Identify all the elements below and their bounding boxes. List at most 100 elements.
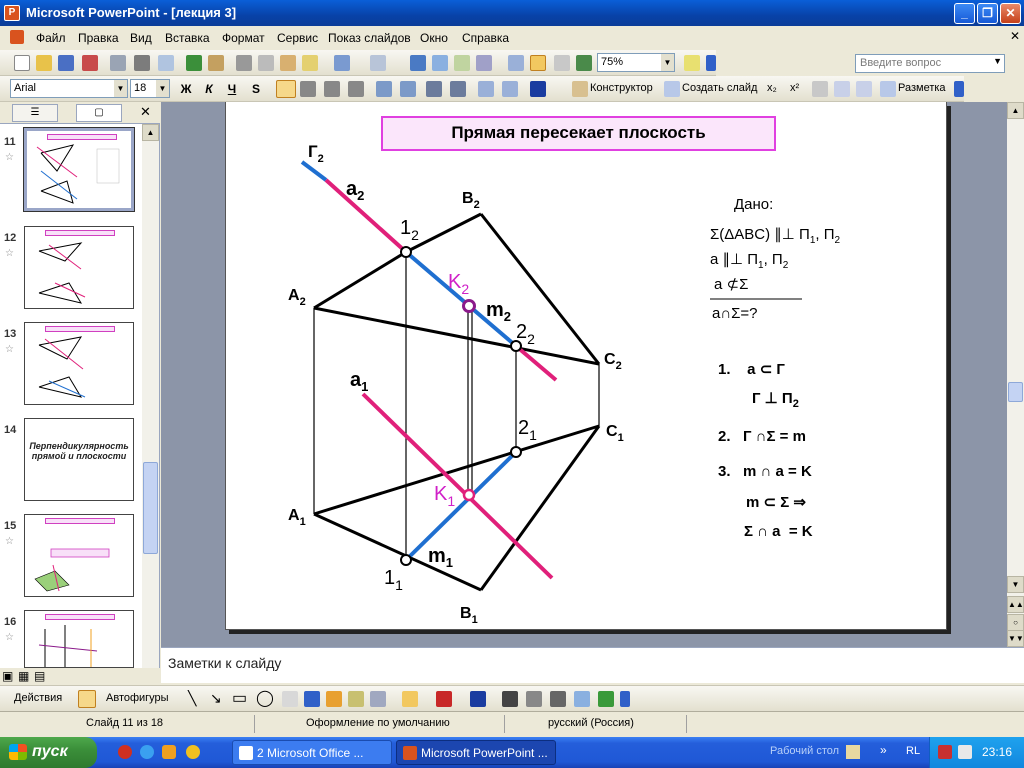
3d-style-icon[interactable] <box>598 691 614 707</box>
open-icon[interactable] <box>36 55 52 71</box>
insert-picture-icon[interactable] <box>476 55 492 71</box>
shadow-style-icon[interactable] <box>574 691 590 707</box>
decrease-font-icon[interactable] <box>450 81 466 97</box>
select-object-icon[interactable]: ○ <box>1007 614 1024 631</box>
scroll-down-icon[interactable]: ▼ <box>1007 576 1024 593</box>
bullets-icon[interactable] <box>400 81 416 97</box>
textbox-icon[interactable] <box>282 691 298 707</box>
insert-table-icon[interactable] <box>432 55 448 71</box>
opera-icon[interactable] <box>118 745 132 759</box>
spacing-icon[interactable] <box>812 81 828 97</box>
menu-edit[interactable]: Правка <box>78 31 119 45</box>
clipart-icon[interactable] <box>348 691 364 707</box>
powerpoint-icon[interactable]: P <box>4 5 20 21</box>
toolbar-options-icon[interactable] <box>706 55 716 71</box>
new-slide-icon[interactable] <box>664 81 680 97</box>
menu-file[interactable]: Файл <box>36 31 66 45</box>
rotate-icon[interactable] <box>834 81 850 97</box>
increase-indent-icon[interactable] <box>502 81 518 97</box>
bold-button[interactable]: Ж <box>178 80 194 98</box>
font-color-icon[interactable] <box>530 81 546 97</box>
new-icon[interactable] <box>14 55 30 71</box>
justify-icon[interactable] <box>348 81 364 97</box>
minimize-button[interactable]: _ <box>954 3 975 24</box>
clock[interactable]: 23:16 <box>982 745 1012 759</box>
chevron-down-icon[interactable]: ▼ <box>993 56 1002 66</box>
insert-chart-icon[interactable] <box>410 55 426 71</box>
slide-thumbnail[interactable] <box>24 610 134 668</box>
superscript-button[interactable]: x² <box>790 82 799 94</box>
save-icon[interactable] <box>58 55 74 71</box>
line-icon[interactable]: ╲ <box>188 690 196 707</box>
copy-icon[interactable] <box>258 55 274 71</box>
format-painter-icon[interactable] <box>302 55 318 71</box>
numbering-icon[interactable] <box>376 81 392 97</box>
slide-thumbnail[interactable] <box>23 127 135 212</box>
fill-color-icon[interactable] <box>402 691 418 707</box>
wordart-icon[interactable] <box>304 691 320 707</box>
align-center-icon[interactable] <box>300 81 316 97</box>
diagram-icon[interactable] <box>326 691 342 707</box>
new-slide-button[interactable]: Создать слайд <box>682 82 757 94</box>
insert-diagram-icon[interactable] <box>454 55 470 71</box>
increase-font-icon[interactable] <box>426 81 442 97</box>
layout-icon[interactable] <box>880 81 896 97</box>
sorter-view-icon[interactable]: ▦ <box>18 669 29 683</box>
scroll-up-icon[interactable]: ▲ <box>1007 102 1024 119</box>
menu-help[interactable]: Справка <box>462 31 509 45</box>
autoshapes-menu[interactable]: Автофигуры <box>106 692 169 704</box>
undo-icon[interactable] <box>334 55 350 71</box>
layout-button[interactable]: Разметка <box>898 82 946 94</box>
oval-icon[interactable]: ◯ <box>256 688 274 708</box>
document-icon[interactable] <box>10 30 24 44</box>
shadow-button[interactable]: S <box>248 80 264 98</box>
start-button[interactable]: пуск <box>0 737 97 768</box>
subscript-button[interactable]: x₂ <box>767 82 777 94</box>
slide-thumbnail[interactable] <box>24 322 134 405</box>
taskbar-powerpoint-button[interactable]: Microsoft PowerPoint ... <box>396 740 556 765</box>
normal-view-icon[interactable]: ▣ <box>2 669 13 683</box>
font-size-select[interactable]: 18 ▼ <box>130 79 170 98</box>
arrow-icon[interactable]: ↘ <box>210 690 222 707</box>
grid-icon[interactable] <box>554 55 570 71</box>
network-icon[interactable] <box>958 745 972 759</box>
slide-title[interactable]: Прямая пересекает плоскость <box>381 116 776 151</box>
outline-tab[interactable]: ☰ <box>12 104 58 122</box>
close-doc-icon[interactable]: ✕ <box>1010 29 1020 43</box>
folder-icon[interactable] <box>846 745 860 759</box>
research-icon[interactable] <box>208 55 224 71</box>
line-color-icon[interactable] <box>436 691 452 707</box>
flip-icon[interactable] <box>856 81 872 97</box>
toolbar-options-icon[interactable] <box>954 81 964 97</box>
color-grayscale-icon[interactable] <box>576 55 592 71</box>
permission-icon[interactable] <box>82 55 98 71</box>
cut-icon[interactable] <box>236 55 252 71</box>
menu-tools[interactable]: Сервис <box>277 31 318 45</box>
dash-style-icon[interactable] <box>526 691 542 707</box>
text-color-icon[interactable] <box>470 691 486 707</box>
spelling-icon[interactable] <box>186 55 202 71</box>
menu-window[interactable]: Окно <box>420 31 448 45</box>
media-icon[interactable] <box>162 745 176 759</box>
next-slide-icon[interactable]: ▼▼ <box>1007 630 1024 647</box>
menu-insert[interactable]: Вставка <box>165 31 210 45</box>
align-right-icon[interactable] <box>324 81 340 97</box>
close-button[interactable]: ✕ <box>1000 3 1021 24</box>
scroll-thumb[interactable] <box>1008 382 1023 402</box>
slideshow-view-icon[interactable]: ▤ <box>34 669 45 683</box>
antivirus-icon[interactable] <box>938 745 952 759</box>
chevron-down-icon[interactable]: ▼ <box>114 80 127 97</box>
zoom-select[interactable]: 75% ▼ <box>597 53 675 72</box>
show-formatting-icon[interactable] <box>530 55 546 71</box>
scroll-thumb[interactable] <box>143 462 158 554</box>
align-left-icon[interactable] <box>276 80 296 98</box>
winamp-icon[interactable] <box>186 745 200 759</box>
menu-format[interactable]: Формат <box>222 31 265 45</box>
font-select[interactable]: Arial ▼ <box>10 79 128 98</box>
menu-view[interactable]: Вид <box>130 31 152 45</box>
ie-icon[interactable] <box>140 745 154 759</box>
chevron-icon[interactable]: » <box>880 743 887 757</box>
designer-button[interactable]: Конструктор <box>590 82 653 94</box>
select-arrow-icon[interactable] <box>78 690 96 708</box>
rectangle-icon[interactable]: ▭ <box>232 688 247 708</box>
